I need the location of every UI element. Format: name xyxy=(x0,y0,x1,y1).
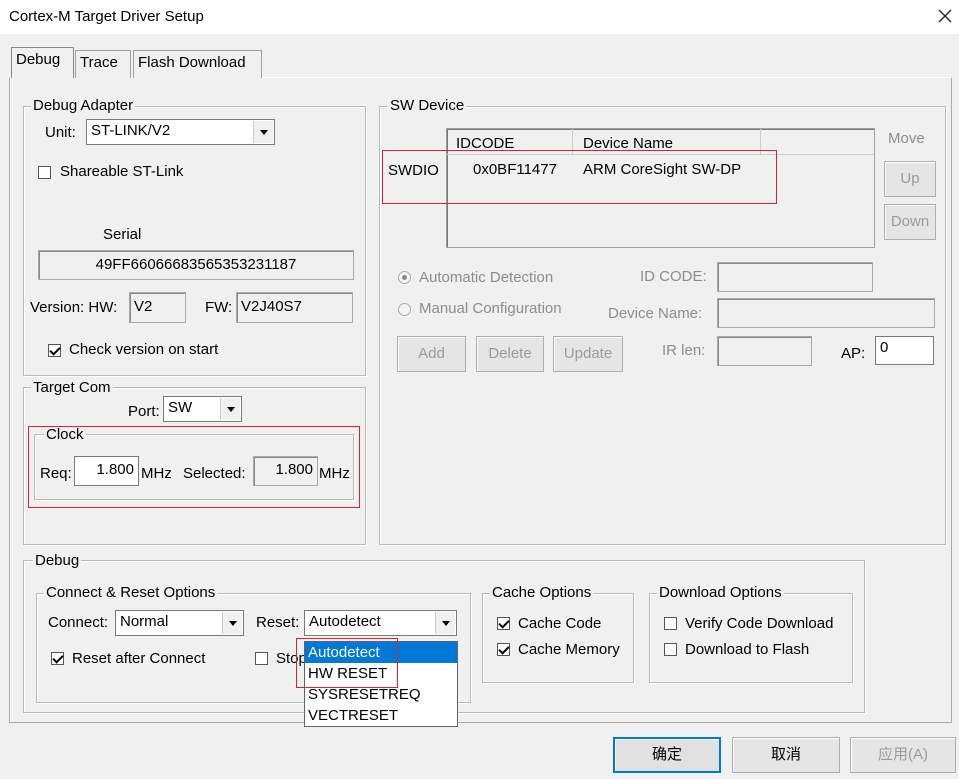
up-button[interactable]: Up xyxy=(884,161,936,197)
fw-version-field: V2J40S7 xyxy=(236,292,353,323)
ir-len-label: IR len: xyxy=(662,342,706,359)
cache-options-group xyxy=(482,593,634,683)
idcode-column-header[interactable]: IDCODE xyxy=(456,135,514,152)
move-label: Move xyxy=(888,130,925,147)
swdio-port-label: SWDIO xyxy=(388,162,439,179)
port-select-value: SW xyxy=(168,399,193,416)
download-to-flash-checkbox[interactable] xyxy=(664,643,677,656)
ir-len-input[interactable] xyxy=(717,336,812,366)
serial-field: 49FF66066683565353231187 xyxy=(38,250,354,280)
selected-label: Selected: xyxy=(183,465,246,482)
add-button[interactable]: Add xyxy=(397,336,466,372)
reset-dropdown-list: Autodetect HW RESET SYSRESETREQ VECTRESE… xyxy=(304,641,458,727)
download-options-legend: Download Options xyxy=(657,584,784,601)
selected-unit-label: MHz xyxy=(319,465,350,482)
connect-reset-legend: Connect & Reset Options xyxy=(44,584,218,601)
tab-trace[interactable]: Trace xyxy=(75,50,131,78)
selected-clock-field: 1.800 xyxy=(253,456,318,486)
verify-code-download-checkbox[interactable] xyxy=(664,617,677,630)
cache-memory-checkbox[interactable] xyxy=(497,643,510,656)
column-divider xyxy=(760,129,761,155)
cache-memory-label: Cache Memory xyxy=(518,641,620,658)
target-com-legend: Target Com xyxy=(31,379,113,396)
column-divider xyxy=(572,129,573,155)
cache-options-legend: Cache Options xyxy=(490,584,594,601)
serial-label: Serial xyxy=(103,226,142,243)
check-version-label: Check version on start xyxy=(69,341,219,358)
update-button[interactable]: Update xyxy=(553,336,623,372)
id-code-label: ID CODE: xyxy=(640,268,707,285)
version-hw-label: Version: HW: xyxy=(30,299,118,316)
req-unit-label: MHz xyxy=(141,465,172,482)
ap-input[interactable]: 0 xyxy=(875,336,934,365)
reset-option-autodetect[interactable]: Autodetect xyxy=(305,642,457,663)
verify-code-download-label: Verify Code Download xyxy=(685,615,834,632)
connect-select[interactable]: Normal xyxy=(115,610,244,636)
apply-button[interactable]: 应用(A) xyxy=(850,737,956,773)
reset-after-connect-label: Reset after Connect xyxy=(72,650,206,667)
window-title: Cortex-M Target Driver Setup xyxy=(9,8,204,25)
req-label: Req: xyxy=(40,465,72,482)
ap-label: AP: xyxy=(841,345,866,362)
hw-version-field: V2 xyxy=(129,292,186,323)
connect-label: Connect: xyxy=(48,614,109,631)
reset-after-connect-checkbox[interactable] xyxy=(51,652,64,665)
port-label: Port: xyxy=(128,403,160,420)
chevron-down-icon xyxy=(253,121,273,143)
device-name-cell[interactable]: ARM CoreSight SW-DP xyxy=(583,161,741,178)
chevron-down-icon xyxy=(435,612,455,634)
stop-checkbox[interactable] xyxy=(255,652,268,665)
req-clock-input[interactable]: 1.800 xyxy=(74,456,139,486)
automatic-detection-label: Automatic Detection xyxy=(419,269,554,286)
shareable-stlink-checkbox[interactable] xyxy=(38,166,51,179)
reset-label: Reset: xyxy=(256,614,300,631)
device-name-label: Device Name: xyxy=(608,305,703,322)
reset-option-hw-reset[interactable]: HW RESET xyxy=(305,663,457,684)
close-icon[interactable] xyxy=(936,7,954,25)
connect-select-value: Normal xyxy=(120,613,169,630)
idcode-cell[interactable]: 0x0BF11477 xyxy=(473,161,557,178)
device-name-column-header[interactable]: Device Name xyxy=(583,135,673,152)
delete-button[interactable]: Delete xyxy=(476,336,544,372)
manual-configuration-label: Manual Configuration xyxy=(419,300,562,317)
cancel-button[interactable]: 取消 xyxy=(732,737,840,773)
tab-debug[interactable]: Debug xyxy=(11,47,74,78)
tab-flash-download[interactable]: Flash Download xyxy=(133,50,262,78)
cache-code-checkbox[interactable] xyxy=(497,617,510,630)
sw-device-legend: SW Device xyxy=(388,97,467,114)
unit-label: Unit: xyxy=(45,124,76,141)
unit-select-value: ST-LINK/V2 xyxy=(91,122,171,139)
ok-button[interactable]: 确定 xyxy=(613,737,721,773)
chevron-down-icon xyxy=(222,612,242,634)
cache-code-label: Cache Code xyxy=(518,615,602,632)
debug-adapter-legend: Debug Adapter xyxy=(31,97,136,114)
reset-option-sysresetreq[interactable]: SYSRESETREQ xyxy=(305,684,457,705)
reset-option-vectreset[interactable]: VECTRESET xyxy=(305,705,457,726)
shareable-stlink-label: Shareable ST-Link xyxy=(60,163,184,180)
unit-select[interactable]: ST-LINK/V2 xyxy=(86,119,275,145)
download-options-group xyxy=(649,593,853,683)
port-select[interactable]: SW xyxy=(163,396,242,422)
device-name-input[interactable] xyxy=(717,298,935,328)
download-to-flash-label: Download to Flash xyxy=(685,641,810,658)
id-code-input[interactable] xyxy=(717,262,873,292)
reset-select[interactable]: Autodetect xyxy=(304,610,457,636)
check-version-checkbox[interactable] xyxy=(48,344,61,357)
chevron-down-icon xyxy=(220,398,240,420)
fw-label: FW: xyxy=(205,299,233,316)
debug-adapter-group xyxy=(23,106,366,376)
automatic-detection-radio[interactable] xyxy=(398,271,411,284)
stop-label: Stop xyxy=(276,650,307,667)
down-button[interactable]: Down xyxy=(884,204,936,240)
reset-select-value: Autodetect xyxy=(309,613,381,630)
clock-legend: Clock xyxy=(44,426,86,443)
manual-configuration-radio[interactable] xyxy=(398,303,411,316)
debug-options-legend: Debug xyxy=(33,552,82,569)
